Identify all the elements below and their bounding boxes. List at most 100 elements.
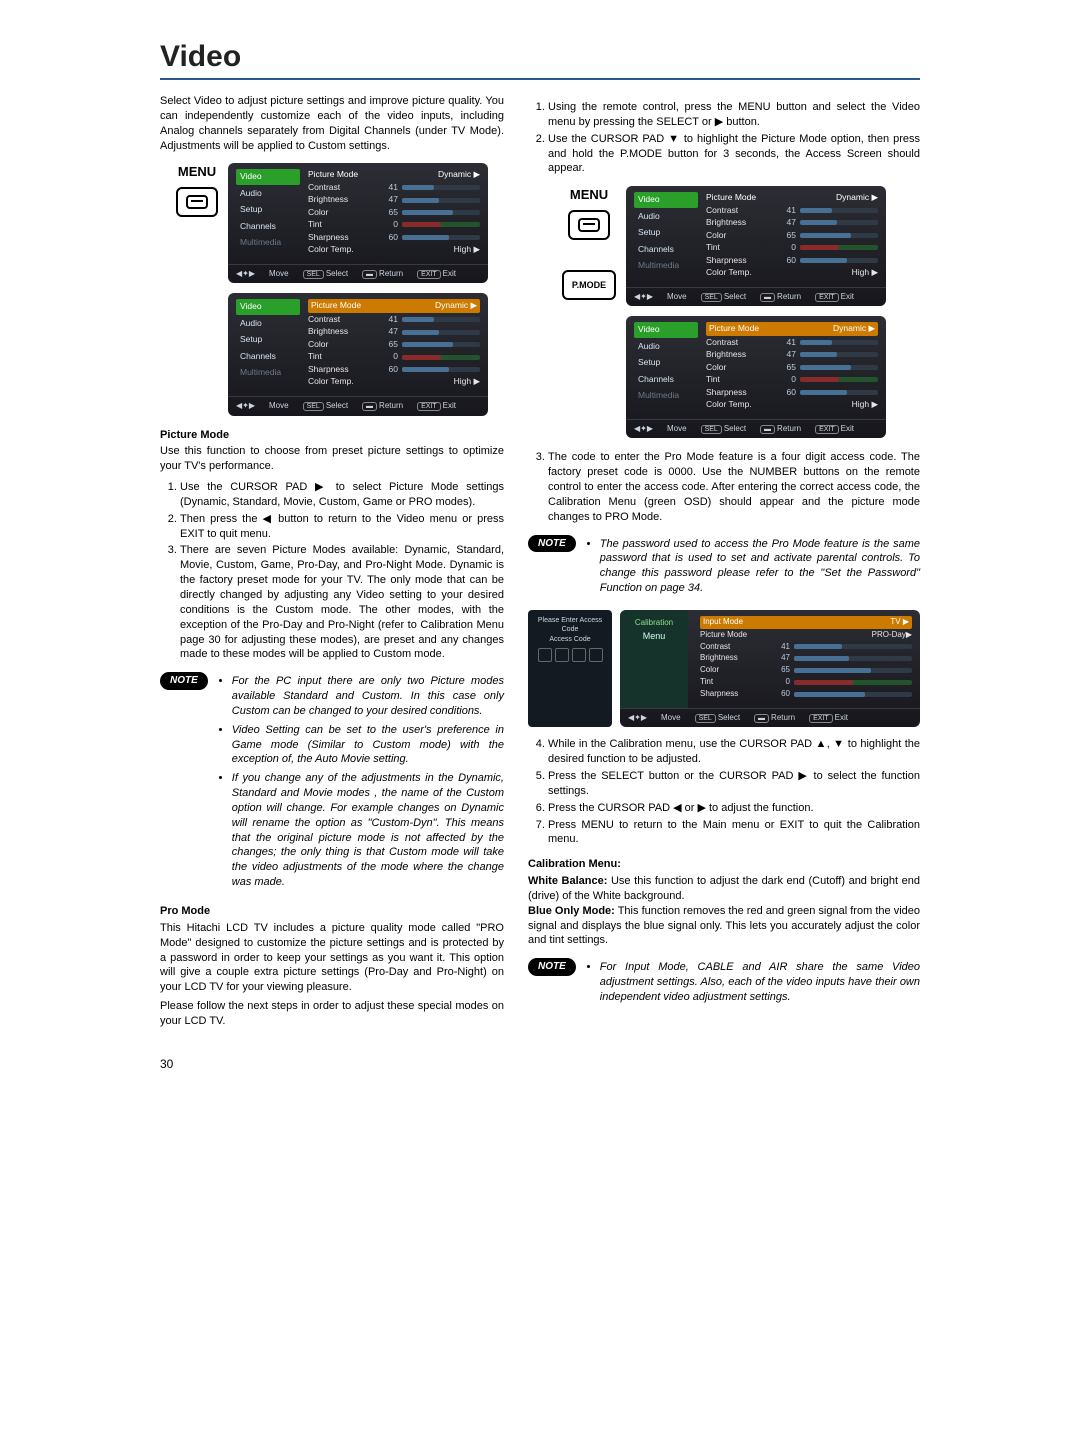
osd-row: Sharpness60 <box>700 689 912 700</box>
menu-button-icon-r <box>568 210 610 240</box>
osd-row: Brightness47 <box>700 653 912 664</box>
osd-row: Picture ModePRO-Day▶ <box>700 630 912 641</box>
right-step-3: The code to enter the Pro Mode feature i… <box>528 450 920 524</box>
osd-side-item: Audio <box>634 209 698 224</box>
pro-mode-body-2: Please follow the next steps in order to… <box>160 999 504 1029</box>
osd-row: Color65 <box>706 230 878 241</box>
access-line1: Please Enter Access Code <box>532 616 608 635</box>
rsa-1: Using the remote control, press the MENU… <box>548 100 920 130</box>
osd-side-item: Multimedia <box>634 258 698 273</box>
rsa-2: Use the CURSOR PAD ▼ to highlight the Pi… <box>548 132 920 177</box>
calib-side-t2: Menu <box>643 630 666 642</box>
osd-block-1: MENU VideoAudioSetupChannelsMultimedia P… <box>160 163 504 415</box>
calibration-heading: Calibration Menu: <box>528 857 920 872</box>
picture-mode-steps: Use the CURSOR PAD ▶ to select Picture M… <box>160 480 504 662</box>
osd-row: Sharpness60 <box>308 364 480 375</box>
osd-side-item: Channels <box>236 219 300 234</box>
note2-text: The password used to access the Pro Mode… <box>600 537 920 596</box>
page-title: Video <box>160 40 920 74</box>
osd-row: Contrast41 <box>308 182 480 193</box>
pro-mode-heading: Pro Mode <box>160 904 504 919</box>
pm-step-2: Then press the ◀ button to return to the… <box>180 512 504 542</box>
note3-text: For Input Mode, CABLE and AIR share the … <box>600 960 920 1005</box>
calib-side-t1: Calibration <box>635 618 673 629</box>
osd-row: Color Temp.High ▶ <box>706 267 878 278</box>
osd-panel-r2: VideoAudioSetupChannelsMultimedia Pictur… <box>626 316 886 438</box>
osd-row: Contrast41 <box>700 642 912 653</box>
osd-row: Picture ModeDynamic ▶ <box>308 169 480 180</box>
pm-step-3: There are seven Picture Modes available:… <box>180 543 504 662</box>
osd-side-item: Video <box>236 299 300 314</box>
access-digit <box>538 648 552 662</box>
osd-block-right: MENU P.MODE VideoAudioSetupChannelsMulti… <box>528 186 920 438</box>
arrow-icon: ◀✦▶ <box>236 269 255 280</box>
note1-item-1: For the PC input there are only two Pict… <box>232 674 504 719</box>
osd-row: Brightness47 <box>706 217 878 228</box>
note-1: NOTE For the PC input there are only two… <box>160 672 504 894</box>
pro-mode-body-1: This Hitachi LCD TV includes a picture q… <box>160 921 504 995</box>
access-code-box: Please Enter Access Code Access Code <box>528 610 612 727</box>
osd-row: Tint0 <box>308 219 480 230</box>
note1-item-2: Video Setting can be set to the user's p… <box>232 723 504 768</box>
osd-panel-r1: Video AudioSetup ChannelsMultimedia Pictur… <box>626 186 886 306</box>
white-balance-text: White Balance: Use this function to adju… <box>528 874 920 904</box>
calibration-osd-wrap: Please Enter Access Code Access Code Cal… <box>528 610 920 727</box>
osd-row: Color Temp.High ▶ <box>308 376 480 387</box>
note-3: NOTE For Input Mode, CABLE and AIR share… <box>528 958 920 1009</box>
osd-side-item: Video <box>236 169 300 184</box>
osd-side-item: Audio <box>236 316 300 331</box>
osd-side-item: Audio <box>634 339 698 354</box>
menu-button-icon <box>176 187 218 217</box>
osd-row: Color65 <box>308 207 480 218</box>
osd-panel-bottom: VideoAudioSetupChannelsMultimedia Pictur… <box>228 293 488 415</box>
osd-row: Brightness47 <box>308 326 480 337</box>
picture-mode-heading: Picture Mode <box>160 428 504 443</box>
rsb-7: Press MENU to return to the Main menu or… <box>548 818 920 848</box>
right-column: Using the remote control, press the MENU… <box>528 94 920 1029</box>
osd-row: Picture ModeDynamic ▶ <box>706 322 878 335</box>
osd-side-item: Channels <box>634 242 698 257</box>
osd-row: Tint0 <box>308 351 480 362</box>
access-digit <box>555 648 569 662</box>
page-number: 30 <box>160 1057 920 1071</box>
pmode-button: P.MODE <box>562 270 616 300</box>
osd-side-item: Channels <box>236 349 300 364</box>
osd-side-item: Setup <box>236 332 300 347</box>
note-icon: NOTE <box>160 672 208 690</box>
right-steps-b: While in the Calibration menu, use the C… <box>528 737 920 847</box>
arrow-icon: ◀✦▶ <box>628 713 647 724</box>
pm-step-1: Use the CURSOR PAD ▶ to select Picture M… <box>180 480 504 510</box>
access-digit <box>589 648 603 662</box>
title-rule <box>160 78 920 80</box>
intro-text: Select Video to adjust picture settings … <box>160 94 504 153</box>
osd-side-item: Setup <box>634 225 698 240</box>
osd-side-item: Setup <box>634 355 698 370</box>
osd-side-item: Video <box>634 192 698 207</box>
arrow-icon: ◀✦▶ <box>634 424 653 435</box>
picture-mode-lead: Use this function to choose from preset … <box>160 444 504 474</box>
arrow-icon: ◀✦▶ <box>634 292 653 303</box>
osd-row: Sharpness60 <box>706 387 878 398</box>
osd-row: Picture ModeDynamic ▶ <box>706 192 878 203</box>
osd-row: Color Temp.High ▶ <box>308 244 480 255</box>
osd-row: Color65 <box>706 362 878 373</box>
osd-row: Sharpness60 <box>308 232 480 243</box>
rsb-5: Press the SELECT button or the CURSOR PA… <box>548 769 920 799</box>
osd-row: Brightness47 <box>706 349 878 360</box>
right-steps-a: Using the remote control, press the MENU… <box>528 100 920 176</box>
note-2: NOTE The password used to access the Pro… <box>528 535 920 600</box>
osd-row: Tint0 <box>706 374 878 385</box>
osd-row: Contrast41 <box>308 314 480 325</box>
osd-row: Picture ModeDynamic ▶ <box>308 299 480 312</box>
osd-side-item: Audio <box>236 186 300 201</box>
osd-row: Input ModeTV ▶ <box>700 616 912 629</box>
rsb-4: While in the Calibration menu, use the C… <box>548 737 920 767</box>
osd-row: Contrast41 <box>706 205 878 216</box>
note-icon-2: NOTE <box>528 535 576 553</box>
osd-row: Color65 <box>700 665 912 676</box>
osd-side-item: Video <box>634 322 698 337</box>
blue-only-text: Blue Only Mode: This function removes th… <box>528 904 920 949</box>
left-column: Select Video to adjust picture settings … <box>160 94 504 1029</box>
calibration-osd: Calibration Menu Input ModeTV ▶Picture M… <box>620 610 920 727</box>
osd-side-item: Multimedia <box>236 235 300 250</box>
